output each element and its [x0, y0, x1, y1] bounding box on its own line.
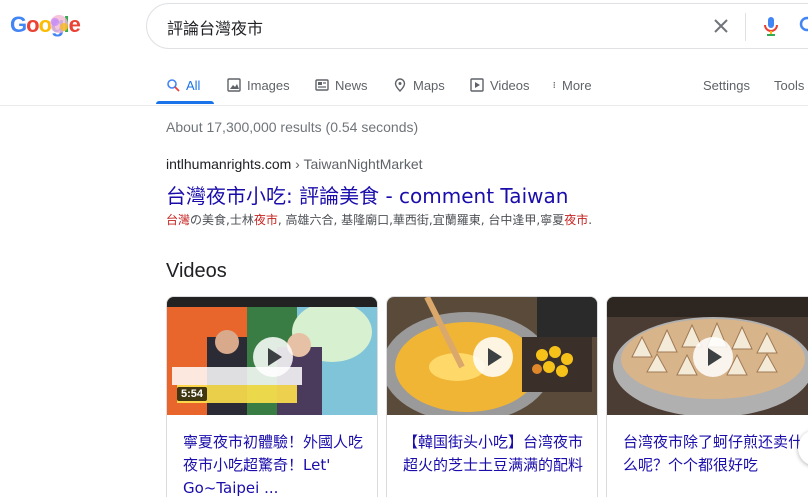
search-results-page: Google — [0, 0, 808, 497]
search-input[interactable] — [167, 16, 667, 38]
tab-more[interactable]: More — [552, 72, 592, 98]
video-card[interactable]: 5:54 寧夏夜市初體驗！外國人吃夜市小吃超驚奇！Let' Go~Taipei … — [166, 296, 378, 497]
tab-news[interactable]: News — [315, 72, 368, 98]
tabs-divider — [0, 105, 808, 106]
settings-link[interactable]: Settings — [703, 72, 750, 98]
tab-all[interactable]: All — [166, 72, 200, 98]
result-snippet: 台灣の美食,士林夜市, 高雄六合, 基隆廟口,華西街,宜蘭羅東, 台中逢甲,寧夏… — [166, 211, 592, 228]
video-title[interactable]: 寧夏夜市初體驗！外國人吃夜市小吃超驚奇！Let' Go~Taipei ... — [183, 431, 369, 497]
tab-videos[interactable]: Videos — [470, 72, 530, 98]
tab-label: News — [335, 77, 368, 93]
google-doodle-logo[interactable]: Google — [10, 8, 84, 44]
tab-label: Images — [247, 77, 290, 93]
result-url[interactable]: intlhumanrights.com › TaiwanNightMarket — [166, 156, 423, 172]
result-title-link[interactable]: 台灣夜市小吃: 評論美食 - comment Taiwan — [166, 180, 568, 209]
video-thumbnail — [387, 297, 597, 415]
search-tabs: All Images News Maps Videos More Setting… — [0, 68, 808, 106]
video-thumbnail: 5:54 — [167, 297, 377, 415]
videos-heading: Videos — [166, 260, 227, 282]
clear-search-button[interactable] — [709, 14, 733, 38]
result-stats: About 17,300,000 results (0.54 seconds) — [166, 119, 419, 135]
tab-images[interactable]: Images — [227, 72, 290, 98]
result-path: › TaiwanNightMarket — [291, 156, 423, 172]
snippet-highlight: 夜市 — [253, 213, 278, 227]
video-title[interactable]: 【韓国街头小吃】台湾夜市超火的芝士土豆满满的配料 — [403, 431, 589, 477]
news-icon — [315, 79, 329, 91]
map-pin-icon — [394, 78, 406, 92]
tab-maps[interactable]: Maps — [393, 72, 445, 98]
snippet-text: , 高雄六合, 基隆廟口,華西街,宜蘭羅東, 台中逢甲,寧夏 — [277, 213, 565, 227]
video-card[interactable]: 【韓国街头小吃】台湾夜市超火的芝士土豆满满的配料 — [386, 296, 598, 497]
search-box — [146, 3, 808, 49]
chevron-right-icon — [798, 430, 808, 466]
play-icon — [693, 337, 733, 377]
video-title[interactable]: 台湾夜市除了蚵仔煎还卖什么呢？个个都很好吃 — [623, 431, 808, 477]
video-card[interactable]: 台湾夜市除了蚵仔煎还卖什么呢？个个都很好吃 — [606, 296, 808, 497]
play-icon — [253, 337, 293, 377]
video-thumbnail — [607, 297, 808, 415]
result-domain: intlhumanrights.com — [166, 156, 292, 172]
snippet-text: の美食,士林 — [190, 213, 254, 227]
search-button[interactable] — [797, 14, 808, 38]
play-icon — [473, 337, 513, 377]
video-duration: 5:54 — [177, 387, 208, 401]
tab-label: Videos — [490, 77, 530, 93]
carousel-next-button[interactable] — [798, 430, 808, 466]
tab-label: Maps — [413, 77, 445, 93]
play-square-icon — [470, 78, 484, 92]
search-icon — [799, 16, 808, 32]
snippet-text: . — [588, 213, 593, 227]
doodle-art-icon — [50, 15, 68, 33]
snippet-highlight: 台灣 — [166, 213, 191, 227]
searchbox-divider — [745, 13, 746, 41]
voice-search-button[interactable] — [759, 14, 783, 38]
tools-link[interactable]: Tools — [774, 72, 804, 98]
tab-label: All — [186, 77, 201, 93]
microphone-icon — [764, 17, 778, 36]
search-icon — [167, 79, 180, 92]
tab-label: More — [562, 77, 592, 93]
snippet-highlight: 夜市 — [564, 213, 589, 227]
image-icon — [227, 78, 241, 92]
more-vert-icon — [553, 81, 556, 89]
close-icon — [714, 19, 728, 33]
active-tab-indicator — [156, 101, 214, 104]
